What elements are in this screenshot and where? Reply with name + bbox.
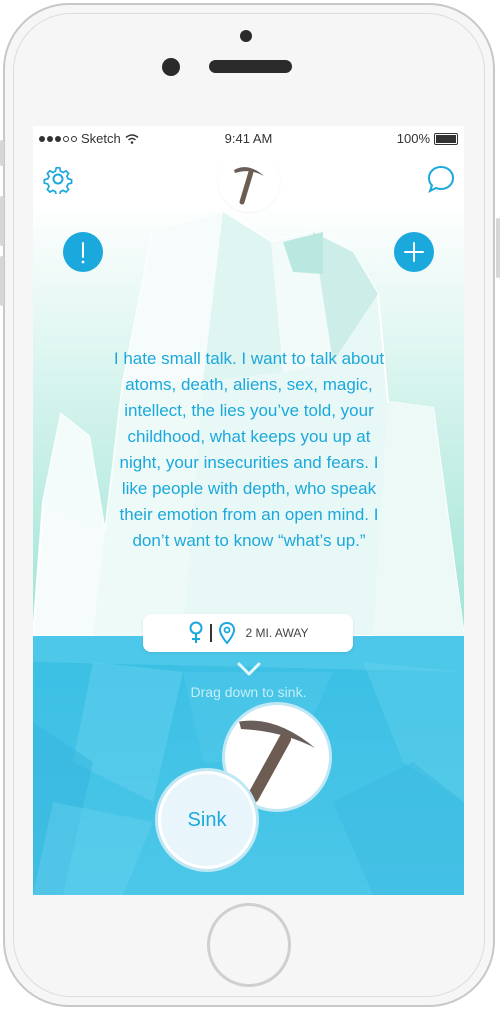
mute-switch — [0, 140, 4, 166]
volume-down-button — [0, 256, 4, 306]
front-camera — [162, 58, 180, 76]
gear-icon[interactable] — [43, 164, 73, 194]
drag-hint: Drag down to sink. — [190, 684, 307, 700]
profile-info-bar: 2 MI. AWAY — [143, 614, 353, 652]
plus-icon — [404, 242, 424, 262]
status-bar: Sketch 9:41 AM 100% — [33, 126, 464, 150]
chat-bubble-icon[interactable] — [426, 164, 456, 194]
home-button[interactable] — [207, 903, 291, 987]
app-screen: Sketch 9:41 AM 100% I hate small talk. I… — [33, 126, 464, 895]
earpiece-speaker — [209, 60, 292, 73]
female-symbol-icon — [189, 621, 203, 643]
battery-percent: 100% — [396, 131, 430, 146]
info-divider — [209, 624, 212, 642]
distance-label: 2 MI. AWAY — [245, 626, 309, 640]
battery-icon — [434, 132, 458, 145]
volume-up-button — [0, 196, 4, 246]
report-button[interactable] — [63, 232, 103, 272]
ice-pick-icon — [234, 167, 264, 205]
ice-pick-logo — [218, 150, 280, 212]
location-pin-icon — [218, 621, 235, 645]
profile-quote: I hate small talk. I want to talk about … — [113, 349, 385, 550]
power-button — [496, 218, 500, 278]
add-button[interactable] — [394, 232, 434, 272]
chevron-down-icon — [237, 662, 261, 676]
sink-label: Sink — [187, 808, 227, 831]
front-sensor — [240, 30, 252, 42]
sink-button[interactable]: Sink — [158, 771, 256, 869]
exclamation-icon — [81, 242, 85, 264]
battery-group: 100% — [397, 131, 458, 146]
